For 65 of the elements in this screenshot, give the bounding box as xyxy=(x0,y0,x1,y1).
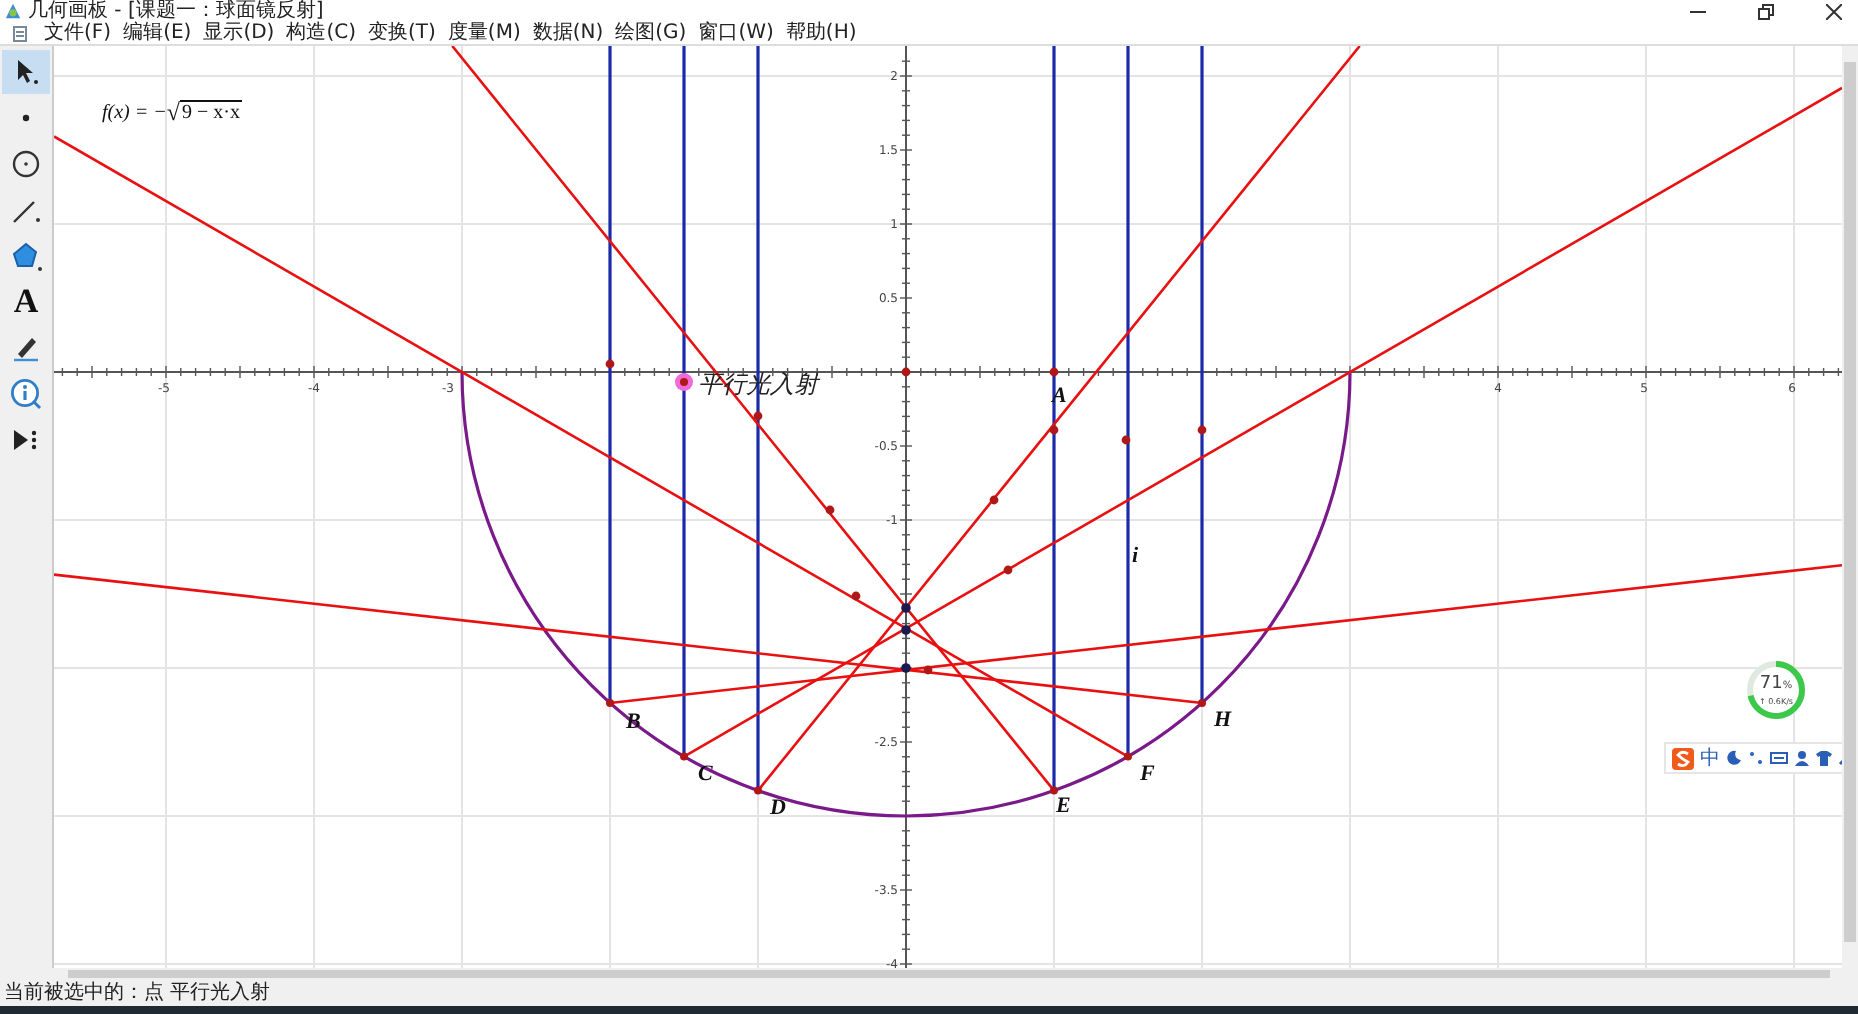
point-dot xyxy=(605,359,615,369)
point-label: E xyxy=(1056,794,1071,818)
keyboard-icon[interactable] xyxy=(1770,750,1788,766)
point-dot xyxy=(680,752,688,761)
point-label: H xyxy=(1214,708,1232,732)
menu-item[interactable]: 变换(T) xyxy=(368,22,436,44)
point-dot xyxy=(1049,425,1059,435)
shirt-icon[interactable] xyxy=(1816,750,1832,766)
point-dot xyxy=(901,625,911,635)
restore-icon[interactable] xyxy=(1758,3,1774,19)
menu-item[interactable]: 文件(F) xyxy=(44,22,112,44)
point-dot xyxy=(754,786,762,795)
point-dot xyxy=(825,505,835,515)
point-dot xyxy=(923,665,933,675)
line-segment-icon xyxy=(12,196,40,224)
window-title: 几何画板 - [课题一：球面镜反射] xyxy=(28,0,324,22)
point-dot xyxy=(901,367,911,377)
menu-item[interactable]: 显示(D) xyxy=(203,22,275,44)
menu-item[interactable]: 数据(N) xyxy=(532,22,604,44)
user-icon[interactable] xyxy=(1794,750,1810,766)
point-dot xyxy=(1050,786,1058,795)
point-dot xyxy=(1197,425,1207,435)
ime-mode-toggle[interactable]: 中 xyxy=(1700,747,1720,769)
point-label: i xyxy=(1132,544,1139,568)
point-label: D xyxy=(770,796,786,820)
text-tool-label: A xyxy=(13,284,39,320)
point-label: F xyxy=(1140,762,1155,786)
point-dot xyxy=(1124,752,1132,761)
document-icon[interactable] xyxy=(12,25,28,41)
menu-item[interactable]: 度量(M) xyxy=(447,22,521,44)
arrow-pointer-icon xyxy=(12,58,40,86)
point-dot xyxy=(606,698,614,707)
horizontal-scrollbar[interactable] xyxy=(0,968,1858,980)
function-label: f(x) = −√9 − x·x xyxy=(102,100,242,124)
punctuation-icon[interactable] xyxy=(1748,750,1764,766)
menu-item[interactable]: 构造(C) xyxy=(286,22,356,44)
point-label: C xyxy=(698,762,713,786)
circle-icon xyxy=(12,150,40,178)
selected-point-dot[interactable] xyxy=(675,373,693,391)
ime-logo-icon[interactable] xyxy=(1672,747,1694,769)
app-logo-icon xyxy=(4,2,22,20)
pen-icon xyxy=(12,334,40,362)
point-dot xyxy=(1003,565,1013,575)
point-dot xyxy=(1121,435,1131,445)
menu-item[interactable]: 编辑(E) xyxy=(123,22,192,44)
status-text: 当前被选中的：点 平行光入射 xyxy=(0,980,1858,1006)
moon-icon[interactable] xyxy=(1726,750,1742,766)
point-dot xyxy=(753,411,763,421)
menu-item[interactable]: 窗口(W) xyxy=(698,22,774,44)
point-dot xyxy=(851,591,861,601)
menu-item[interactable]: 绘图(G) xyxy=(615,22,687,44)
point-dot xyxy=(1198,698,1206,707)
vertical-scrollbar[interactable] xyxy=(1842,46,1858,968)
point-icon xyxy=(22,114,30,122)
custom-tool-icon xyxy=(12,428,40,452)
tool-button[interactable] xyxy=(2,50,50,94)
polygon-icon xyxy=(10,241,42,271)
info-icon xyxy=(10,378,42,410)
point-dot xyxy=(901,603,911,613)
close-icon[interactable] xyxy=(1826,3,1842,19)
point-dot xyxy=(1049,367,1059,377)
menu-item[interactable]: 帮助(H) xyxy=(785,22,857,44)
point-dot xyxy=(901,663,911,673)
tool-button[interactable]: A xyxy=(2,280,50,324)
point-dot xyxy=(989,495,999,505)
